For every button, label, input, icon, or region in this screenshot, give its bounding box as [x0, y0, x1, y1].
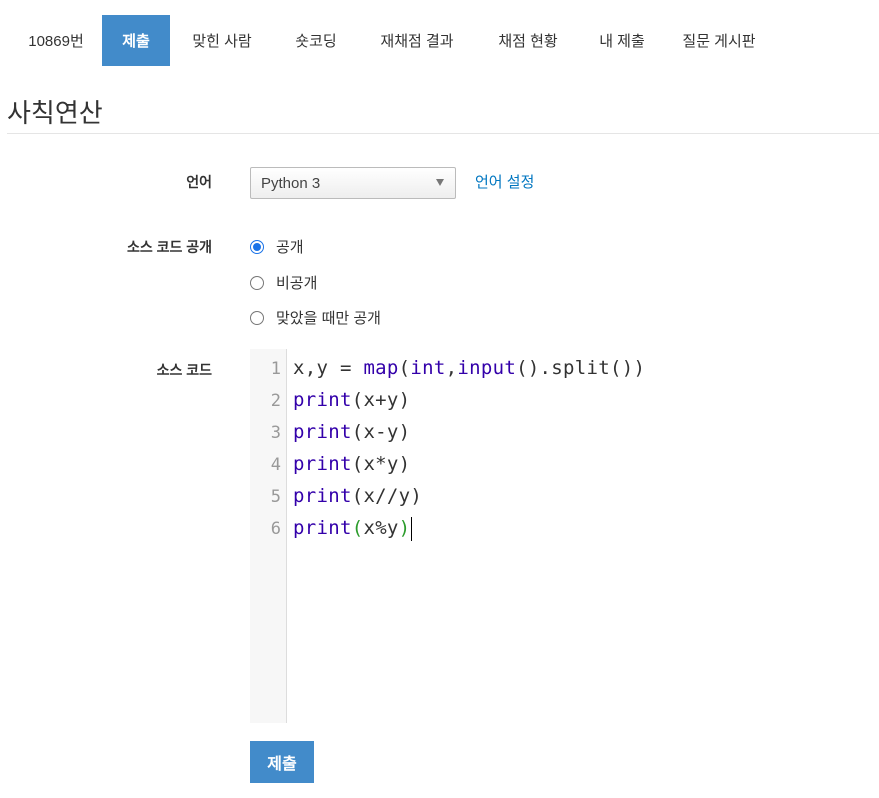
code-line[interactable]: print(x+y) — [293, 389, 410, 411]
code-line[interactable]: print(x*y) — [293, 453, 410, 475]
line-number: 4 — [270, 455, 281, 475]
code-line[interactable]: print(x-y) — [293, 421, 410, 443]
submit-page: 10869번 제출 맞힌 사람 숏코딩 재채점 결과 채점 현황 내 제출 질문… — [0, 0, 879, 798]
visibility-option-label: 공개 — [276, 239, 304, 256]
visibility-option-accepted-only[interactable]: 맞았을 때만 공개 — [250, 307, 381, 328]
source-code-label: 소스 코드 — [156, 362, 212, 378]
language-select-value: Python 3 — [261, 174, 321, 192]
language-select[interactable]: Python 3 — [250, 167, 456, 199]
radio-checked-icon[interactable] — [250, 239, 264, 254]
radio-unchecked-icon[interactable] — [250, 275, 264, 290]
visibility-option-public[interactable]: 공개 — [250, 236, 304, 257]
code-line[interactable]: x,y = map(int,input().split()) — [293, 357, 645, 379]
tab-question-board[interactable]: 질문 게시판 — [664, 15, 774, 66]
line-number: 5 — [270, 487, 281, 507]
visibility-label: 소스 코드 공개 — [126, 239, 212, 255]
radio-unchecked-icon[interactable] — [250, 310, 264, 325]
tab-my-submissions[interactable]: 내 제출 — [580, 15, 664, 66]
tab-status[interactable]: 채점 현황 — [476, 15, 580, 66]
code-line[interactable]: print(x%y) — [293, 517, 410, 539]
submit-button[interactable]: 제출 — [250, 741, 314, 783]
code-editor[interactable]: 1 2 3 4 5 6 x,y = map(int,input().split(… — [250, 349, 879, 723]
tab-problem[interactable]: 10869번 — [10, 15, 102, 66]
visibility-option-label: 비공개 — [276, 275, 318, 292]
language-label: 언어 — [186, 174, 212, 190]
text-cursor — [411, 517, 412, 541]
title-divider — [7, 133, 879, 134]
line-number: 6 — [270, 519, 281, 539]
tab-solved-users[interactable]: 맞힌 사람 — [170, 15, 274, 66]
language-settings-link[interactable]: 언어 설정 — [475, 171, 534, 192]
line-number-gutter: 1 2 3 4 5 6 — [250, 349, 287, 723]
chevron-down-icon — [436, 179, 444, 186]
tab-short-coding[interactable]: 숏코딩 — [274, 15, 358, 66]
code-line[interactable]: print(x//y) — [293, 485, 422, 507]
line-number: 2 — [270, 391, 281, 411]
line-number: 3 — [270, 423, 281, 443]
tab-rejudge-results[interactable]: 재채점 결과 — [358, 15, 476, 66]
line-number: 1 — [270, 359, 281, 379]
visibility-option-label: 맞았을 때만 공개 — [276, 310, 381, 327]
problem-tabs: 10869번 제출 맞힌 사람 숏코딩 재채점 결과 채점 현황 내 제출 질문… — [10, 15, 774, 66]
visibility-option-private[interactable]: 비공개 — [250, 272, 317, 293]
page-title: 사칙연산 — [7, 98, 103, 128]
tab-submit[interactable]: 제출 — [102, 15, 170, 66]
